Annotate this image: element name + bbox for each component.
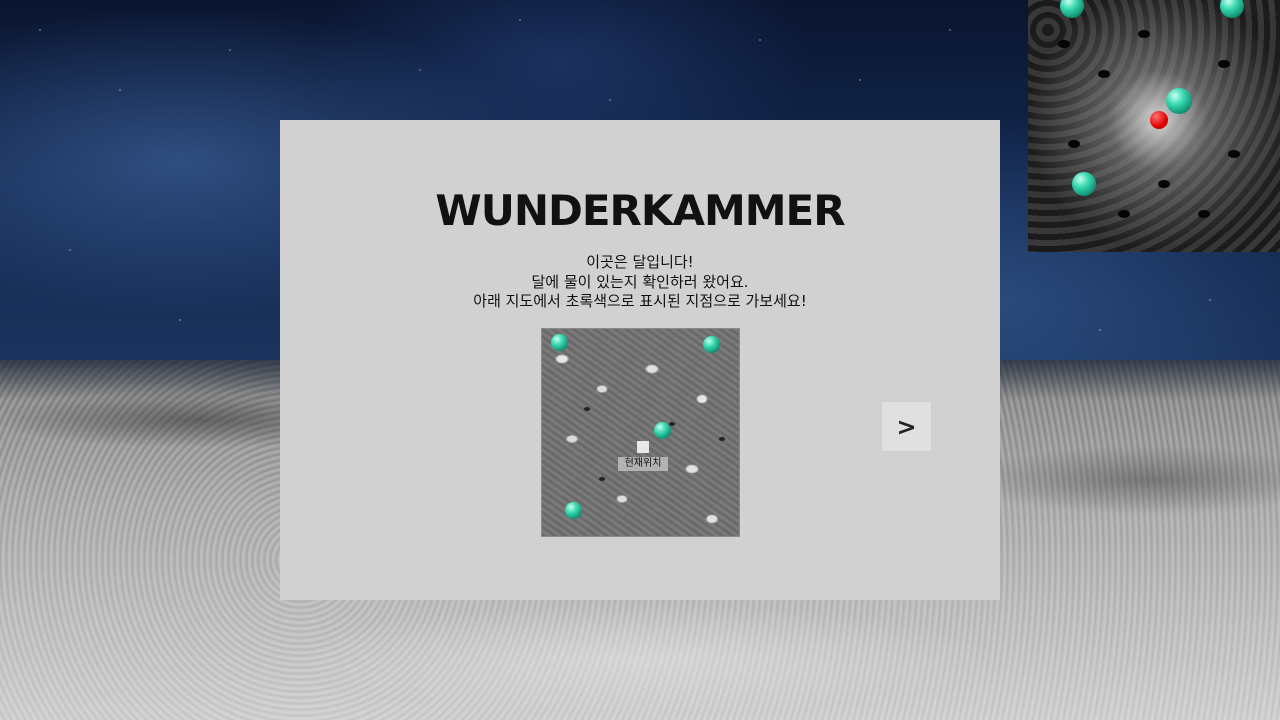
minimap-crater — [1218, 60, 1230, 68]
game-title: WUNDERKAMMER — [435, 186, 845, 235]
map-target-orb-icon — [654, 422, 671, 439]
minimap-target-orb-icon — [1166, 88, 1192, 114]
map-target-orb-icon — [565, 502, 582, 519]
intro-line-3: 아래 지도에서 초록색으로 표시된 지점으로 가보세요! — [473, 292, 807, 310]
minimap-crater — [1138, 30, 1150, 38]
map-target-orb-icon — [551, 334, 568, 351]
next-button[interactable]: > — [881, 401, 932, 452]
minimap-target-orb-icon — [1060, 0, 1084, 18]
minimap-crater — [1098, 70, 1110, 78]
intro-line-2: 달에 물이 있는지 확인하러 왔어요. — [531, 273, 749, 291]
minimap-crater — [1058, 40, 1070, 48]
current-position-label: 현재위치 — [618, 457, 668, 471]
minimap-crater — [1068, 140, 1080, 148]
game-viewport[interactable]: WUNDERKAMMER 이곳은 달입니다! 달에 물이 있는지 확인하러 왔어… — [0, 0, 1280, 720]
minimap-crater — [1228, 150, 1240, 158]
intro-line-1: 이곳은 달입니다! — [586, 253, 694, 271]
map-target-orb-icon — [703, 336, 720, 353]
minimap-target-orb-icon — [1220, 0, 1244, 18]
minimap-player-icon — [1150, 111, 1168, 129]
current-position-marker-icon — [637, 441, 649, 453]
